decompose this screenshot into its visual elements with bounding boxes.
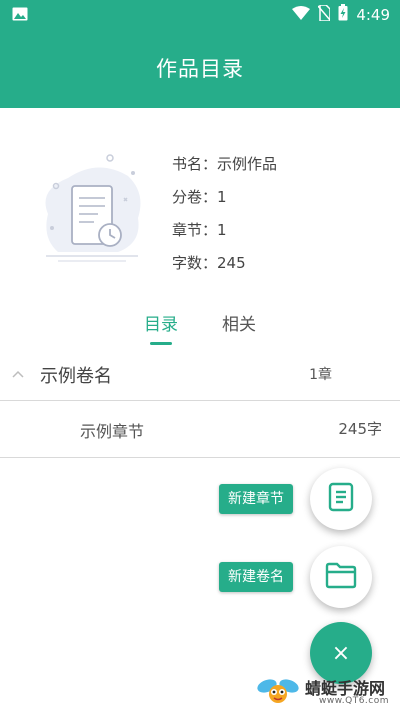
book-title-row: 书名： 示例作品 [172, 150, 277, 183]
battery-charging-icon [338, 4, 348, 25]
watermark: 蜻蜓手游网 www.QT6.com [255, 672, 400, 711]
document-icon [328, 482, 354, 516]
clock-time: 4:49 [356, 5, 390, 24]
book-title: 示例作品 [217, 155, 278, 173]
info-label: 字数： [172, 254, 218, 272]
new-volume-label[interactable]: 新建卷名 [219, 562, 293, 592]
info-label: 章节： [172, 221, 218, 239]
new-chapter-label[interactable]: 新建章节 [219, 484, 293, 514]
folder-icon [325, 561, 357, 593]
page-title: 作品目录 [156, 57, 244, 81]
close-icon: × [331, 640, 351, 666]
volume-count-row: 分卷： 1 [172, 183, 277, 216]
status-bar: 4:49 [0, 0, 400, 28]
dragonfly-logo-icon [255, 674, 301, 708]
book-cover-illustration [38, 148, 148, 268]
word-count-row: 字数： 245 [172, 249, 277, 282]
new-volume-button[interactable] [310, 546, 372, 608]
no-sim-icon [317, 3, 332, 25]
chapter-count-row: 章节： 1 [172, 216, 277, 249]
watermark-url: www.QT6.com [319, 696, 390, 706]
new-chapter-button[interactable] [310, 468, 372, 530]
app-bar: 作品目录 [0, 28, 400, 108]
image-icon [12, 6, 28, 25]
divider [0, 457, 400, 458]
chapter-row[interactable]: 示例章节 245字 [0, 401, 400, 457]
volume-chapter-count: 1章 [309, 367, 332, 383]
tab-contents[interactable]: 目录 [144, 310, 178, 335]
chapter-word-count: 245字 [338, 420, 382, 438]
book-info: 书名： 示例作品 分卷： 1 章节： 1 字数： 245 [172, 150, 277, 282]
tab-related[interactable]: 相关 [222, 310, 256, 335]
volume-count: 1 [217, 188, 227, 206]
chevron-up-icon[interactable] [12, 366, 24, 378]
info-label: 书名： [172, 155, 218, 173]
chapter-name: 示例章节 [80, 422, 145, 441]
chapter-count: 1 [217, 221, 227, 239]
info-label: 分卷： [172, 188, 218, 206]
tab-indicator [150, 342, 172, 345]
tab-bar: 目录 相关 [0, 310, 400, 346]
volume-name: 示例卷名 [40, 366, 112, 387]
wifi-icon [292, 5, 311, 24]
volume-row[interactable]: 示例卷名 1章 [0, 352, 400, 400]
word-count: 245 [217, 254, 246, 272]
